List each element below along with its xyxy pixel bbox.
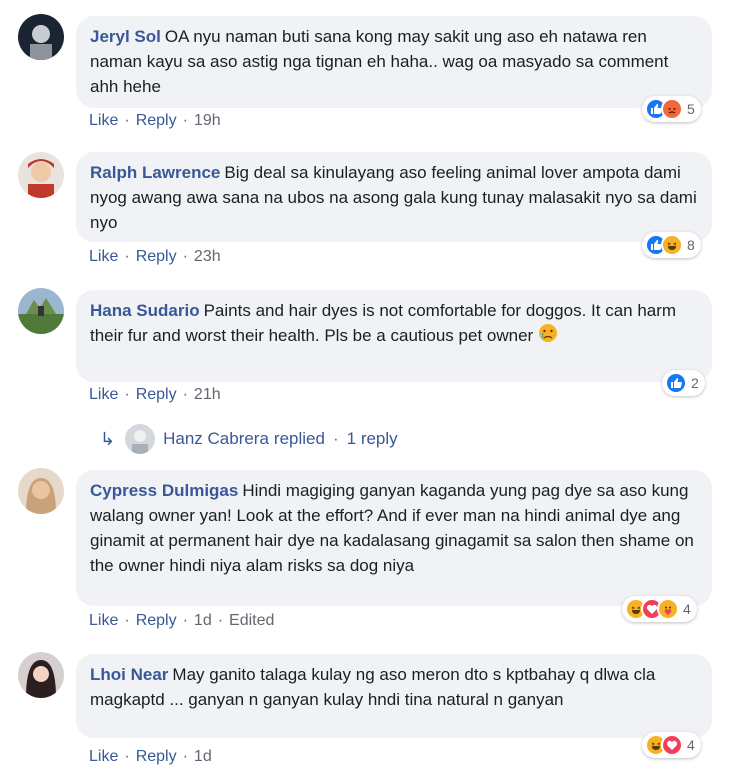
comment-author[interactable]: Hana Sudario [90, 301, 200, 320]
separator: · [217, 612, 224, 629]
separator: · [182, 748, 188, 765]
like-link[interactable]: Like [89, 248, 118, 265]
reaction-summary[interactable]: 8 [642, 232, 701, 258]
like-link[interactable]: Like [89, 112, 118, 129]
like-icon [665, 372, 687, 394]
comment-actions: Like · Reply · 1d · Edited [89, 612, 274, 630]
timestamp[interactable]: 23h [194, 248, 221, 265]
reply-verb: replied [273, 429, 325, 448]
reaction-summary[interactable]: 4 [642, 732, 701, 758]
timestamp[interactable]: 1d [194, 612, 212, 629]
reply-link[interactable]: Reply [136, 386, 177, 403]
comment-bubble: Hana Sudario Paints and hair dyes is not … [76, 290, 712, 382]
view-replies-link[interactable]: ↳ Hanz Cabrera replied · 1 reply [100, 424, 398, 454]
avatar[interactable] [18, 288, 64, 334]
comment-text: May ganito talaga kulay ng aso meron dto… [90, 665, 656, 709]
angry-icon [661, 98, 683, 120]
avatar[interactable] [18, 14, 64, 60]
comment-author[interactable]: Jeryl Sol [90, 27, 161, 46]
reaction-summary[interactable]: 2 [662, 370, 705, 396]
reaction-summary[interactable]: 4 [622, 596, 697, 622]
comment-actions: Like · Reply · 23h [89, 248, 221, 266]
comment-actions: Like · Reply · 21h [89, 386, 221, 404]
separator: · [124, 248, 130, 265]
reply-link[interactable]: Reply [136, 112, 177, 129]
comment-text: OA nyu naman buti sana kong may sakit un… [90, 27, 669, 96]
comment-bubble: Ralph Lawrence Big deal sa kinulayang aso… [76, 152, 712, 242]
comment-author[interactable]: Lhoi Near [90, 665, 168, 684]
comment-bubble: Cypress Dulmigas Hindi magiging ganyan ka… [76, 470, 712, 606]
separator: · [124, 612, 130, 629]
like-link[interactable]: Like [89, 612, 118, 629]
reply-count[interactable]: 1 reply [347, 429, 398, 449]
reply-link[interactable]: Reply [136, 612, 177, 629]
avatar[interactable] [18, 152, 64, 198]
separator: · [332, 429, 339, 448]
reaction-count: 8 [687, 237, 695, 253]
separator: · [182, 248, 188, 265]
reply-link[interactable]: Reply [136, 248, 177, 265]
timestamp[interactable]: 19h [194, 112, 221, 129]
reaction-count: 4 [687, 737, 695, 753]
separator: · [124, 112, 130, 129]
haha-icon [661, 234, 683, 256]
avatar[interactable] [18, 652, 64, 698]
care-icon [657, 598, 679, 620]
comment-bubble: Lhoi Near May ganito talaga kulay ng aso … [76, 654, 712, 738]
avatar [125, 424, 156, 454]
reaction-count: 2 [691, 375, 699, 391]
reply-author[interactable]: Hanz Cabrera [163, 429, 269, 449]
reaction-count: 4 [683, 601, 691, 617]
separator: · [182, 112, 188, 129]
timestamp[interactable]: 21h [194, 386, 221, 403]
edited-label[interactable]: Edited [229, 612, 274, 629]
separator: · [182, 612, 188, 629]
comment-author[interactable]: Cypress Dulmigas [90, 481, 238, 500]
reply-link[interactable]: Reply [136, 748, 177, 765]
like-link[interactable]: Like [89, 748, 118, 765]
separator: · [182, 386, 188, 403]
love-icon [661, 734, 683, 756]
crying-emoji-icon [538, 323, 558, 350]
separator: · [124, 748, 130, 765]
timestamp[interactable]: 1d [194, 748, 212, 765]
reaction-summary[interactable]: 5 [642, 96, 701, 122]
like-link[interactable]: Like [89, 386, 118, 403]
comment-bubble: Jeryl Sol OA nyu naman buti sana kong may… [76, 16, 712, 108]
comment-author[interactable]: Ralph Lawrence [90, 163, 220, 182]
avatar[interactable] [18, 468, 64, 514]
reply-arrow-icon: ↳ [100, 428, 116, 449]
separator: · [124, 386, 130, 403]
comment-actions: Like · Reply · 19h [89, 112, 221, 130]
comment-actions: Like · Reply · 1d [89, 748, 212, 766]
reaction-count: 5 [687, 101, 695, 117]
